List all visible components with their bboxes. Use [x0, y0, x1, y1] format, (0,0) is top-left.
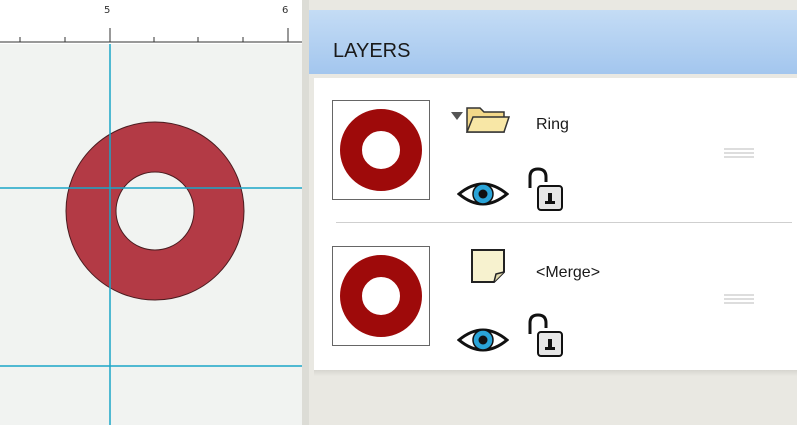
- panel-title: LAYERS: [333, 40, 411, 62]
- layer-thumbnail: [332, 246, 430, 346]
- note-icon: [471, 249, 505, 283]
- row-divider: [336, 222, 792, 223]
- layer-name[interactable]: <Merge>: [536, 264, 600, 282]
- panel-splitter[interactable]: [302, 0, 309, 425]
- canvas-area[interactable]: 5 6: [0, 0, 305, 425]
- drag-handle-icon[interactable]: [724, 294, 754, 304]
- canvas-drawing: [0, 44, 305, 425]
- unlocked-padlock-icon[interactable]: [526, 166, 566, 214]
- layer-row-ring[interactable]: Ring: [314, 78, 797, 224]
- unlocked-padlock-icon[interactable]: [526, 312, 566, 360]
- eye-icon[interactable]: [457, 324, 509, 356]
- layer-name[interactable]: Ring: [536, 116, 569, 134]
- drag-handle-icon[interactable]: [724, 148, 754, 158]
- folder-icon: [465, 107, 510, 133]
- layer-list: Ring <Merge>: [314, 78, 797, 370]
- layer-row-merge[interactable]: <Merge>: [314, 224, 797, 370]
- layers-panel-header: LAYERS: [309, 10, 797, 74]
- layer-thumbnail: [332, 100, 430, 200]
- list-bottom-edge: [314, 370, 797, 376]
- layers-panel: LAYERS Ring <Merge>: [309, 0, 797, 425]
- disclosure-triangle-icon[interactable]: [450, 110, 464, 122]
- eye-icon[interactable]: [457, 178, 509, 210]
